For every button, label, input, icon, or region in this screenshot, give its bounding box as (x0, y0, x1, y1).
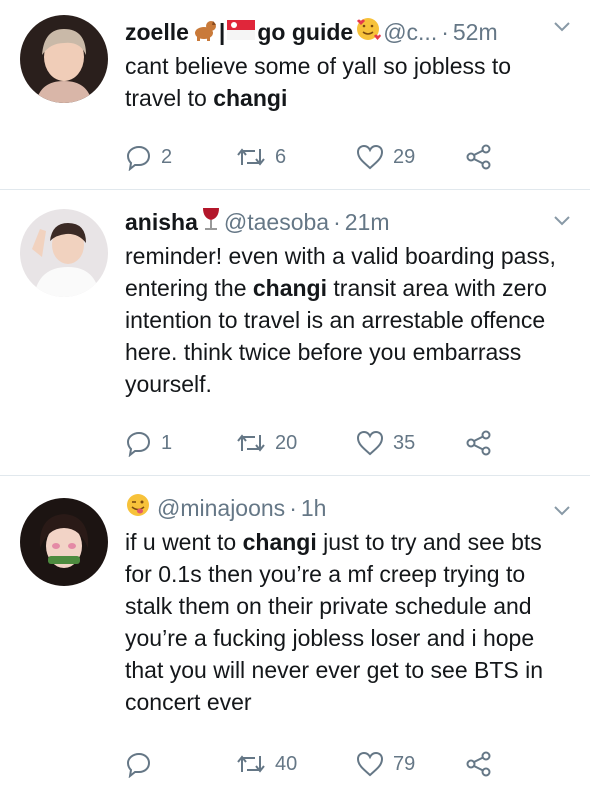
tweet[interactable]: @minajoons · 1h if u went to changi just… (0, 476, 590, 796)
separator-dot: · (441, 18, 449, 45)
tweet[interactable]: anisha @taesoba · 21m reminder! even wit… (0, 190, 590, 476)
name-divider: | (218, 18, 226, 45)
avatar[interactable] (20, 498, 108, 586)
like-count: 79 (393, 752, 416, 775)
like-button[interactable]: 29 (355, 143, 465, 171)
wine-glass-emoji-icon (200, 206, 222, 238)
avatar[interactable] (20, 209, 108, 297)
share-icon (466, 751, 491, 777)
tweet-text: reminder! even with a valid boarding pas… (125, 240, 570, 400)
heart-icon (356, 144, 384, 170)
tweet-text-part: cant believe some of yall so jobless to … (125, 53, 512, 111)
singapore-flag-icon (227, 19, 256, 46)
retweet-count: 20 (275, 431, 298, 454)
timestamp[interactable]: 21m (345, 209, 390, 236)
reply-icon (126, 145, 151, 171)
separator-dot: · (289, 494, 297, 521)
retweet-icon (237, 755, 265, 773)
retweet-button[interactable]: 6 (235, 143, 355, 171)
avatar[interactable] (20, 15, 108, 103)
heart-icon (356, 430, 384, 456)
share-icon (466, 430, 491, 456)
like-button[interactable]: 35 (355, 429, 465, 457)
share-icon (466, 144, 491, 170)
timestamp[interactable]: 52m (453, 19, 498, 46)
retweet-icon (237, 434, 265, 452)
tweet-text-highlight: changi (242, 529, 317, 555)
chevron-down-icon[interactable] (554, 216, 570, 226)
reply-count: 1 (161, 431, 173, 454)
retweet-count: 6 (275, 145, 287, 168)
tweet-text-part: just to try and see bts for 0.1s then yo… (125, 529, 544, 715)
timestamp[interactable]: 1h (301, 495, 327, 522)
like-count: 29 (393, 145, 416, 168)
display-name[interactable]: zoelle (125, 19, 189, 46)
display-name[interactable]: anisha (125, 209, 198, 236)
chevron-down-icon[interactable] (554, 22, 570, 32)
handle[interactable]: @minajoons (157, 495, 285, 522)
like-count: 35 (393, 431, 416, 454)
share-button[interactable] (465, 143, 493, 171)
like-button[interactable]: 79 (355, 750, 465, 778)
tweet-text-highlight: changi (213, 85, 288, 111)
heart-icon (356, 751, 384, 777)
share-button[interactable] (465, 750, 493, 778)
tweet-text-highlight: changi (252, 275, 327, 301)
separator-dot: · (333, 208, 341, 235)
handle[interactable]: @c... (383, 19, 437, 46)
tweet-feed: zoelle | go guide @c... · 52m cant belie… (0, 0, 590, 796)
dog-emoji-icon (191, 17, 217, 47)
tweet-text: cant believe some of yall so jobless to … (125, 50, 570, 114)
reply-icon (126, 431, 151, 457)
reply-button[interactable]: 2 (125, 143, 235, 171)
reply-button[interactable]: 1 (125, 429, 235, 457)
handle[interactable]: @taesoba (224, 209, 329, 236)
tweet[interactable]: zoelle | go guide @c... · 52m cant belie… (0, 0, 590, 190)
retweet-count: 40 (275, 752, 298, 775)
winking-tongue-emoji-icon (125, 492, 151, 524)
tweet-text: if u went to changi just to try and see … (125, 526, 570, 718)
name-suffix[interactable]: go guide (257, 19, 353, 46)
chevron-down-icon[interactable] (554, 506, 570, 516)
reply-button[interactable] (125, 750, 235, 778)
smiling-hearts-emoji-icon (355, 16, 382, 48)
retweet-icon (237, 148, 265, 166)
retweet-button[interactable]: 20 (235, 429, 355, 457)
reply-icon (126, 752, 151, 778)
tweet-text-part: if u went to (125, 529, 243, 555)
share-button[interactable] (465, 429, 493, 457)
retweet-button[interactable]: 40 (235, 750, 355, 778)
reply-count: 2 (161, 145, 173, 168)
